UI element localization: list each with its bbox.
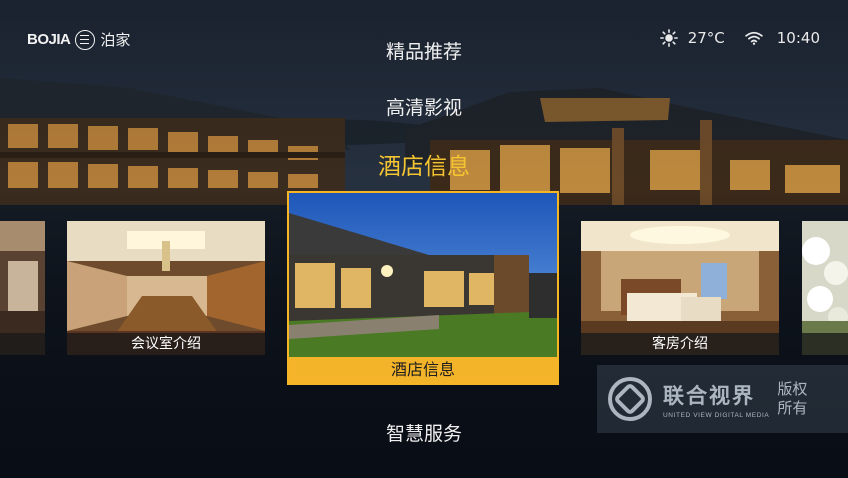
card-partial-left[interactable] — [0, 221, 45, 355]
watermark-rights-line1: 版权 — [777, 380, 808, 398]
card-partial-right[interactable] — [802, 221, 848, 355]
hotel-thumbnail-image — [289, 193, 557, 357]
watermark-rights-line2: 所有 — [777, 399, 808, 417]
card-meeting-room[interactable]: 会议室介绍 — [67, 221, 265, 355]
card-hotel-info[interactable]: 酒店信息 — [287, 191, 559, 385]
watermark-title: 联合视界 — [663, 383, 755, 408]
card-guest-room[interactable]: 客房介绍 — [581, 221, 779, 355]
watermark-subtitle: UNITED VIEW DIGITAL MEDIA — [663, 411, 770, 419]
watermark: 联合视界 UNITED VIEW DIGITAL MEDIA 版权 所有 — [597, 365, 848, 433]
watermark-emblem-icon — [608, 377, 652, 421]
menu-item-hotel-info[interactable]: 酒店信息 — [0, 147, 848, 181]
card-hotel-info-label: 酒店信息 — [289, 357, 557, 383]
card-guest-room-label: 客房介绍 — [581, 333, 779, 355]
menu-item-featured[interactable]: 精品推荐 — [0, 37, 848, 64]
card-meeting-room-label: 会议室介绍 — [67, 333, 265, 355]
menu-item-hd-video[interactable]: 高清影视 — [0, 93, 848, 120]
